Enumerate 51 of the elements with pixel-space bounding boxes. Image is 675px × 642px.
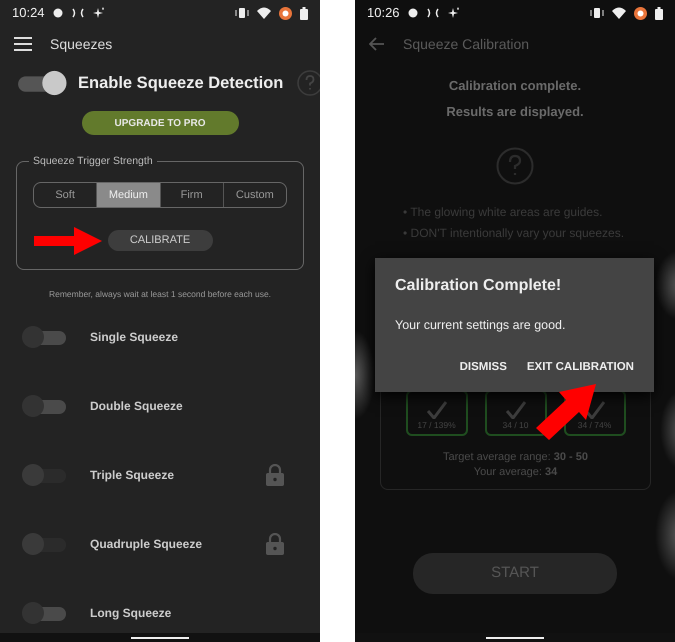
lock-icon (266, 464, 284, 486)
gesture-label: Quadruple Squeeze (90, 536, 204, 553)
setting-label: Enable Squeeze Detection (78, 72, 284, 94)
lock-icon (266, 533, 284, 555)
segment-tab[interactable]: Custom (224, 183, 286, 207)
pointer-arrow (536, 384, 596, 440)
notification-dot-icon (408, 8, 418, 18)
battery-icon (300, 6, 308, 20)
app-badge-icon (279, 6, 292, 20)
screen-title: Squeezes (50, 34, 112, 54)
vibrate-icon (590, 7, 604, 19)
notification-icon (426, 8, 440, 18)
dialog-button[interactable]: EXIT CALIBRATION (526, 354, 634, 380)
dialog-button[interactable]: DISMISS (460, 354, 507, 380)
dialog-message: Your current settings are good. (395, 317, 566, 334)
check-icon (584, 401, 604, 420)
summary-text: Target average range: 30 - 50 (442, 450, 589, 465)
screen-title: Squeeze Calibration (403, 34, 530, 54)
notification-dot-icon (52, 8, 63, 18)
status-message: Results are displayed. (445, 102, 585, 121)
segment-tab[interactable]: Medium (97, 183, 160, 207)
notification-icon (70, 8, 85, 18)
segment-tab[interactable]: Firm (160, 183, 224, 207)
upgrade-button[interactable]: UPGRADE TO PRO (82, 111, 238, 135)
back-arrow-icon[interactable] (369, 37, 385, 51)
home-indicator[interactable] (131, 637, 189, 639)
wifi-icon (612, 7, 626, 19)
sparkle-icon (92, 7, 105, 19)
gesture-label: Long Squeeze (90, 605, 172, 622)
help-icon (496, 147, 534, 185)
wifi-icon (257, 7, 271, 19)
help-icon[interactable] (297, 70, 320, 96)
pointer-arrow (34, 227, 102, 255)
app-badge-icon (634, 6, 647, 20)
battery-icon (655, 6, 663, 20)
gesture-label: Double Squeeze (90, 398, 184, 415)
menu-icon[interactable] (14, 37, 32, 51)
gesture-label: Single Squeeze (90, 329, 180, 346)
status-time: 10:24 (12, 4, 45, 22)
home-indicator[interactable] (486, 637, 544, 639)
dialog-title: Calibration Complete! (395, 276, 562, 296)
vibrate-icon (235, 7, 249, 19)
calibrate-button[interactable]: CALIBRATE (108, 230, 212, 251)
status-time: 10:26 (367, 4, 400, 22)
check-icon (506, 401, 526, 420)
summary-text: Your average: 34 (472, 465, 558, 480)
sparkle-icon (448, 7, 460, 19)
check-icon (426, 401, 446, 420)
hint-text: Remember, always wait at least 1 second before each use. (48, 288, 272, 300)
gesture-label: Triple Squeeze (90, 467, 176, 484)
status-message: Calibration complete. (448, 77, 582, 95)
